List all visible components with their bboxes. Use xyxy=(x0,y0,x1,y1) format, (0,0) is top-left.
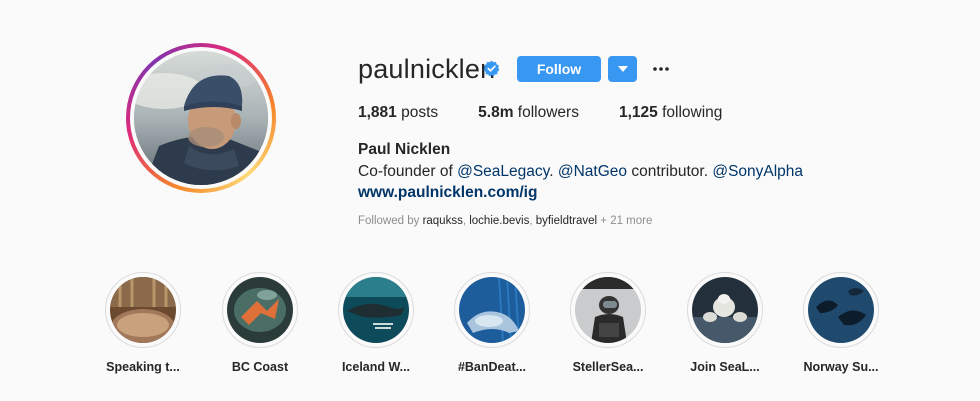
bio-mention-natgeo[interactable]: @NatGeo xyxy=(558,163,627,180)
following-stat[interactable]: 1,125 following xyxy=(619,104,722,122)
highlight-cover xyxy=(343,277,409,343)
story-highlight[interactable]: Iceland W... xyxy=(321,272,431,374)
highlight-cover xyxy=(808,277,874,343)
highlight-ring xyxy=(570,272,646,348)
story-highlight[interactable]: #BanDeat... xyxy=(437,272,547,374)
avatar-portrait-illustration xyxy=(134,51,268,185)
highlight-label: #BanDeat... xyxy=(457,360,527,374)
followed-by-user[interactable]: lochie.bevis xyxy=(469,215,529,227)
highlight-ring xyxy=(803,272,879,348)
story-highlight[interactable]: Norway Su... xyxy=(786,272,896,374)
highlight-cover-image xyxy=(227,277,293,343)
highlight-ring xyxy=(105,272,181,348)
follow-button[interactable]: Follow xyxy=(517,56,601,82)
highlight-ring xyxy=(338,272,414,348)
highlight-label: Join SeaL... xyxy=(690,360,760,374)
followed-by-more: + 21 more xyxy=(597,215,653,227)
avatar-photo xyxy=(134,51,268,185)
suggestions-dropdown-button[interactable] xyxy=(608,56,637,82)
highlight-cover xyxy=(575,277,641,343)
highlight-cover xyxy=(692,277,758,343)
followed-by-user[interactable]: byfieldtravel xyxy=(536,215,597,227)
highlight-cover-image xyxy=(692,277,758,343)
highlight-cover xyxy=(227,277,293,343)
profile-bio: Co-founder of @SeaLegacy. @NatGeo contri… xyxy=(358,163,803,181)
highlight-label: Norway Su... xyxy=(803,360,879,374)
highlight-ring xyxy=(454,272,530,348)
posts-label: posts xyxy=(396,104,439,121)
profile-avatar[interactable] xyxy=(126,43,276,193)
followed-by-prefix: Followed by xyxy=(358,215,423,227)
caret-down-icon xyxy=(617,66,628,72)
more-options-button[interactable] xyxy=(650,60,672,78)
following-label: following xyxy=(657,104,723,121)
followed-by-text[interactable]: Followed by raqukss, lochie.bevis, byfie… xyxy=(358,215,652,227)
followers-stat[interactable]: 5.8m followers xyxy=(478,104,579,122)
highlight-label: BC Coast xyxy=(231,360,289,374)
story-highlight[interactable]: BC Coast xyxy=(205,272,315,374)
profile-stats: 1,881 posts 5.8m followers 1,125 followi… xyxy=(358,104,762,122)
verified-badge-icon xyxy=(483,60,500,77)
bio-text-mid2: contributor. xyxy=(627,163,713,180)
highlight-cover-image xyxy=(808,277,874,343)
following-count: 1,125 xyxy=(618,104,658,121)
profile-full-name: Paul Nicklen xyxy=(358,141,451,158)
followers-count: 5.8m xyxy=(478,104,514,121)
followed-by-user[interactable]: raqukss xyxy=(423,215,463,227)
highlight-cover xyxy=(459,277,525,343)
highlight-cover-image xyxy=(110,277,176,343)
story-highlight[interactable]: Speaking t... xyxy=(88,272,198,374)
story-highlight[interactable]: StellerSea... xyxy=(553,272,663,374)
highlight-cover-image xyxy=(459,277,525,343)
bio-text-prefix: Co-founder of xyxy=(358,163,458,180)
bio-text-mid1: . xyxy=(549,163,558,180)
highlight-label: Iceland W... xyxy=(341,360,411,374)
story-highlight[interactable]: Join SeaL... xyxy=(670,272,780,374)
profile-website-link[interactable]: www.paulnicklen.com/ig xyxy=(358,184,537,202)
highlight-cover-image xyxy=(575,277,641,343)
more-options-icon xyxy=(653,67,669,71)
highlight-label: StellerSea... xyxy=(572,360,644,374)
bio-mention-sealegacy[interactable]: @SeaLegacy xyxy=(457,163,549,180)
highlight-cover xyxy=(110,277,176,343)
highlight-ring xyxy=(687,272,763,348)
bio-mention-sonyalpha[interactable]: @SonyAlpha xyxy=(712,163,803,180)
posts-stat: 1,881 posts xyxy=(358,104,438,122)
highlight-ring xyxy=(222,272,298,348)
followers-label: followers xyxy=(513,104,579,121)
profile-username: paulnicklen xyxy=(358,54,496,84)
highlight-label: Speaking t... xyxy=(106,360,180,374)
posts-count: 1,881 xyxy=(358,104,397,121)
highlight-cover-image xyxy=(343,277,409,343)
